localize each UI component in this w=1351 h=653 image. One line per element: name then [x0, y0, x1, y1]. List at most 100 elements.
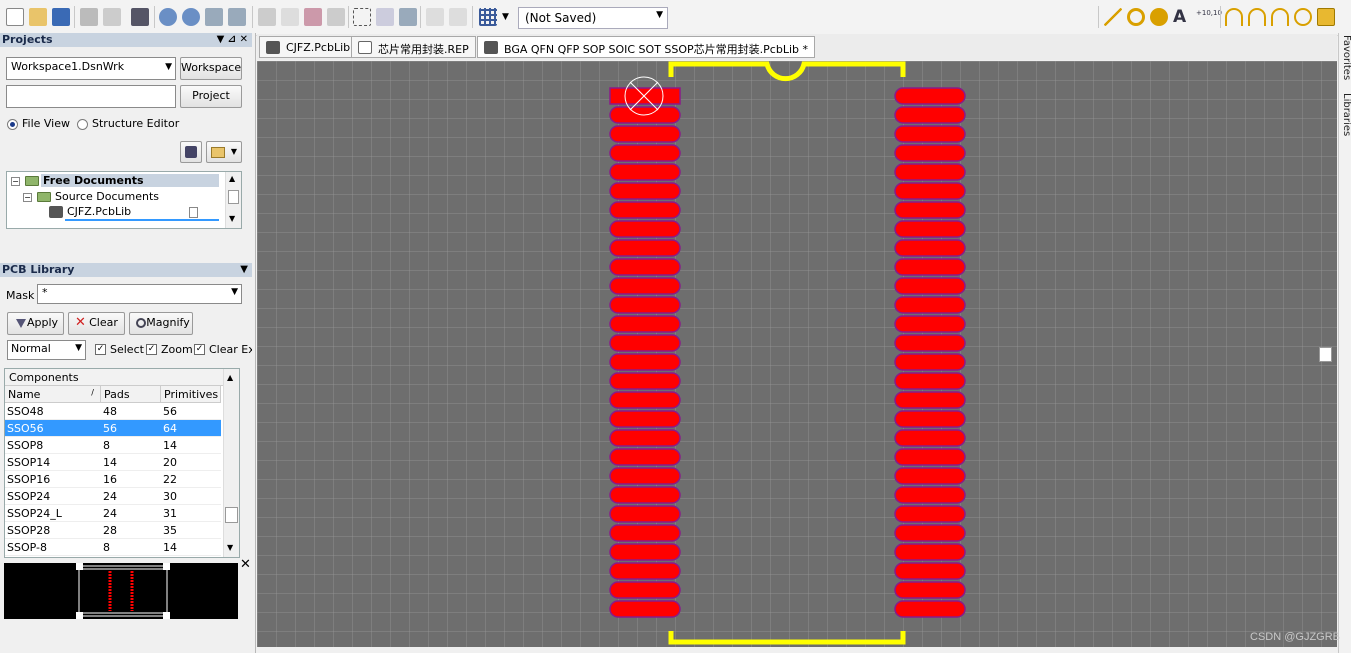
grid-dropdown-icon[interactable]: ▼ — [502, 12, 509, 22]
arc-edge-icon[interactable] — [1248, 8, 1266, 26]
table-row[interactable]: SSO48 48 56 — [5, 403, 221, 420]
mask-combo[interactable]: * ▼ — [37, 284, 242, 304]
right-pad[interactable] — [894, 391, 966, 409]
scroll-up-icon[interactable]: ▲ — [227, 373, 233, 382]
tree-item-cjfz-pcblib[interactable]: CJFZ.PcbLib — [7, 205, 225, 221]
place-string-icon[interactable]: A — [1173, 8, 1191, 26]
components-scrollbar[interactable]: ▲ ▼ — [223, 369, 239, 557]
right-pad[interactable] — [894, 486, 966, 504]
duplicate-icon[interactable] — [327, 8, 345, 26]
right-pad[interactable] — [894, 220, 966, 238]
new-document-icon[interactable] — [6, 8, 24, 26]
scroll-down-icon[interactable]: ▼ — [227, 543, 233, 552]
left-pad[interactable] — [609, 201, 681, 219]
right-pad[interactable] — [894, 239, 966, 257]
left-pad[interactable] — [609, 429, 681, 447]
table-row[interactable]: SSOP-8 8 14 — [5, 539, 221, 556]
deselect-icon[interactable] — [399, 8, 417, 26]
right-pad[interactable] — [894, 258, 966, 276]
left-pad[interactable] — [609, 372, 681, 390]
column-header-name[interactable]: Name / — [5, 386, 101, 403]
table-row[interactable]: SSOP28 28 35 — [5, 522, 221, 539]
place-pad-icon[interactable] — [1127, 8, 1145, 26]
paste-icon[interactable] — [304, 8, 322, 26]
tab-cjfz-pcblib[interactable]: CJFZ.PcbLib — [259, 36, 358, 58]
right-pad[interactable] — [894, 581, 966, 599]
file-view-radio[interactable] — [7, 119, 18, 130]
left-pad[interactable] — [609, 87, 681, 105]
workspace-button[interactable]: Workspace — [180, 57, 242, 80]
arc-any-icon[interactable] — [1271, 8, 1289, 26]
right-pad[interactable] — [894, 543, 966, 561]
table-row[interactable]: SSOP24_L 24 31 — [5, 505, 221, 522]
right-pad[interactable] — [894, 106, 966, 124]
zoom-area-icon[interactable] — [228, 8, 246, 26]
print-icon[interactable] — [80, 8, 98, 26]
close-preview-icon[interactable]: ✕ — [240, 557, 251, 572]
tab-rep-file[interactable]: 芯片常用封装.REP — [351, 36, 476, 58]
right-pad[interactable] — [894, 372, 966, 390]
left-pad[interactable] — [609, 524, 681, 542]
open-folder-icon[interactable] — [29, 8, 47, 26]
right-pad[interactable] — [894, 429, 966, 447]
left-pad[interactable] — [609, 258, 681, 276]
clear-button[interactable]: ✕ Clear — [68, 312, 125, 335]
left-pad[interactable] — [609, 353, 681, 371]
left-pad[interactable] — [609, 182, 681, 200]
left-pad[interactable] — [609, 163, 681, 181]
structure-editor-radio[interactable] — [77, 119, 88, 130]
left-pad[interactable] — [609, 448, 681, 466]
right-pad[interactable] — [894, 277, 966, 295]
table-row[interactable]: SSOP8 8 14 — [5, 437, 221, 454]
panel-menu-icon[interactable]: ▼ — [240, 263, 248, 277]
layers-icon[interactable] — [131, 8, 149, 26]
redo-icon[interactable] — [449, 8, 467, 26]
right-pad[interactable] — [894, 125, 966, 143]
right-pad[interactable] — [894, 334, 966, 352]
left-pad[interactable] — [609, 581, 681, 599]
left-pad[interactable] — [609, 410, 681, 428]
libraries-side-tab[interactable]: Libraries — [1338, 93, 1351, 136]
right-pad[interactable] — [894, 163, 966, 181]
left-pad[interactable] — [609, 220, 681, 238]
zoom-fit-icon[interactable] — [205, 8, 223, 26]
project-button[interactable]: Project — [180, 85, 242, 108]
left-pad[interactable] — [609, 239, 681, 257]
panel-controls-icon[interactable]: ▼ ⊿ ✕ — [217, 33, 248, 47]
right-pad[interactable] — [894, 315, 966, 333]
project-layers-button[interactable] — [180, 141, 202, 163]
place-via-icon[interactable] — [1150, 8, 1168, 26]
left-pad[interactable] — [609, 315, 681, 333]
magnify-button[interactable]: Magnify — [129, 312, 193, 335]
left-pad[interactable] — [609, 144, 681, 162]
document-state-combo[interactable]: (Not Saved) ▼ — [518, 7, 668, 29]
place-line-icon[interactable] — [1104, 8, 1122, 26]
left-pad[interactable] — [609, 486, 681, 504]
left-pad[interactable] — [609, 505, 681, 523]
footprint-preview[interactable] — [4, 563, 238, 619]
arc-center-icon[interactable] — [1225, 8, 1243, 26]
right-pad[interactable] — [894, 296, 966, 314]
select-area-icon[interactable] — [353, 8, 371, 26]
scroll-down-icon[interactable]: ▼ — [229, 214, 235, 223]
left-pad[interactable] — [609, 600, 681, 618]
select-checkbox[interactable]: ✓ — [95, 344, 106, 355]
move-icon[interactable] — [376, 8, 394, 26]
zoom-in-icon[interactable] — [159, 8, 177, 26]
left-pad[interactable] — [609, 543, 681, 561]
zoom-out-icon[interactable] — [182, 8, 200, 26]
save-icon[interactable] — [52, 8, 70, 26]
column-header-primitives[interactable]: Primitives — [161, 386, 221, 403]
zoom-checkbox[interactable]: ✓ — [146, 344, 157, 355]
left-pad[interactable] — [609, 125, 681, 143]
full-circle-icon[interactable] — [1294, 8, 1312, 26]
right-pad[interactable] — [894, 448, 966, 466]
cut-icon[interactable] — [258, 8, 276, 26]
apply-button[interactable]: Apply — [7, 312, 64, 335]
tree-item-free-documents[interactable]: − Free Documents — [7, 174, 225, 189]
tab-ssop-pcblib[interactable]: BGA QFN QFP SOP SOIC SOT SSOP芯片常用封装.PcbL… — [477, 36, 815, 58]
right-scroll-thumb[interactable] — [1319, 347, 1332, 362]
right-pad[interactable] — [894, 87, 966, 105]
left-pad[interactable] — [609, 277, 681, 295]
scroll-thumb[interactable] — [225, 507, 238, 523]
